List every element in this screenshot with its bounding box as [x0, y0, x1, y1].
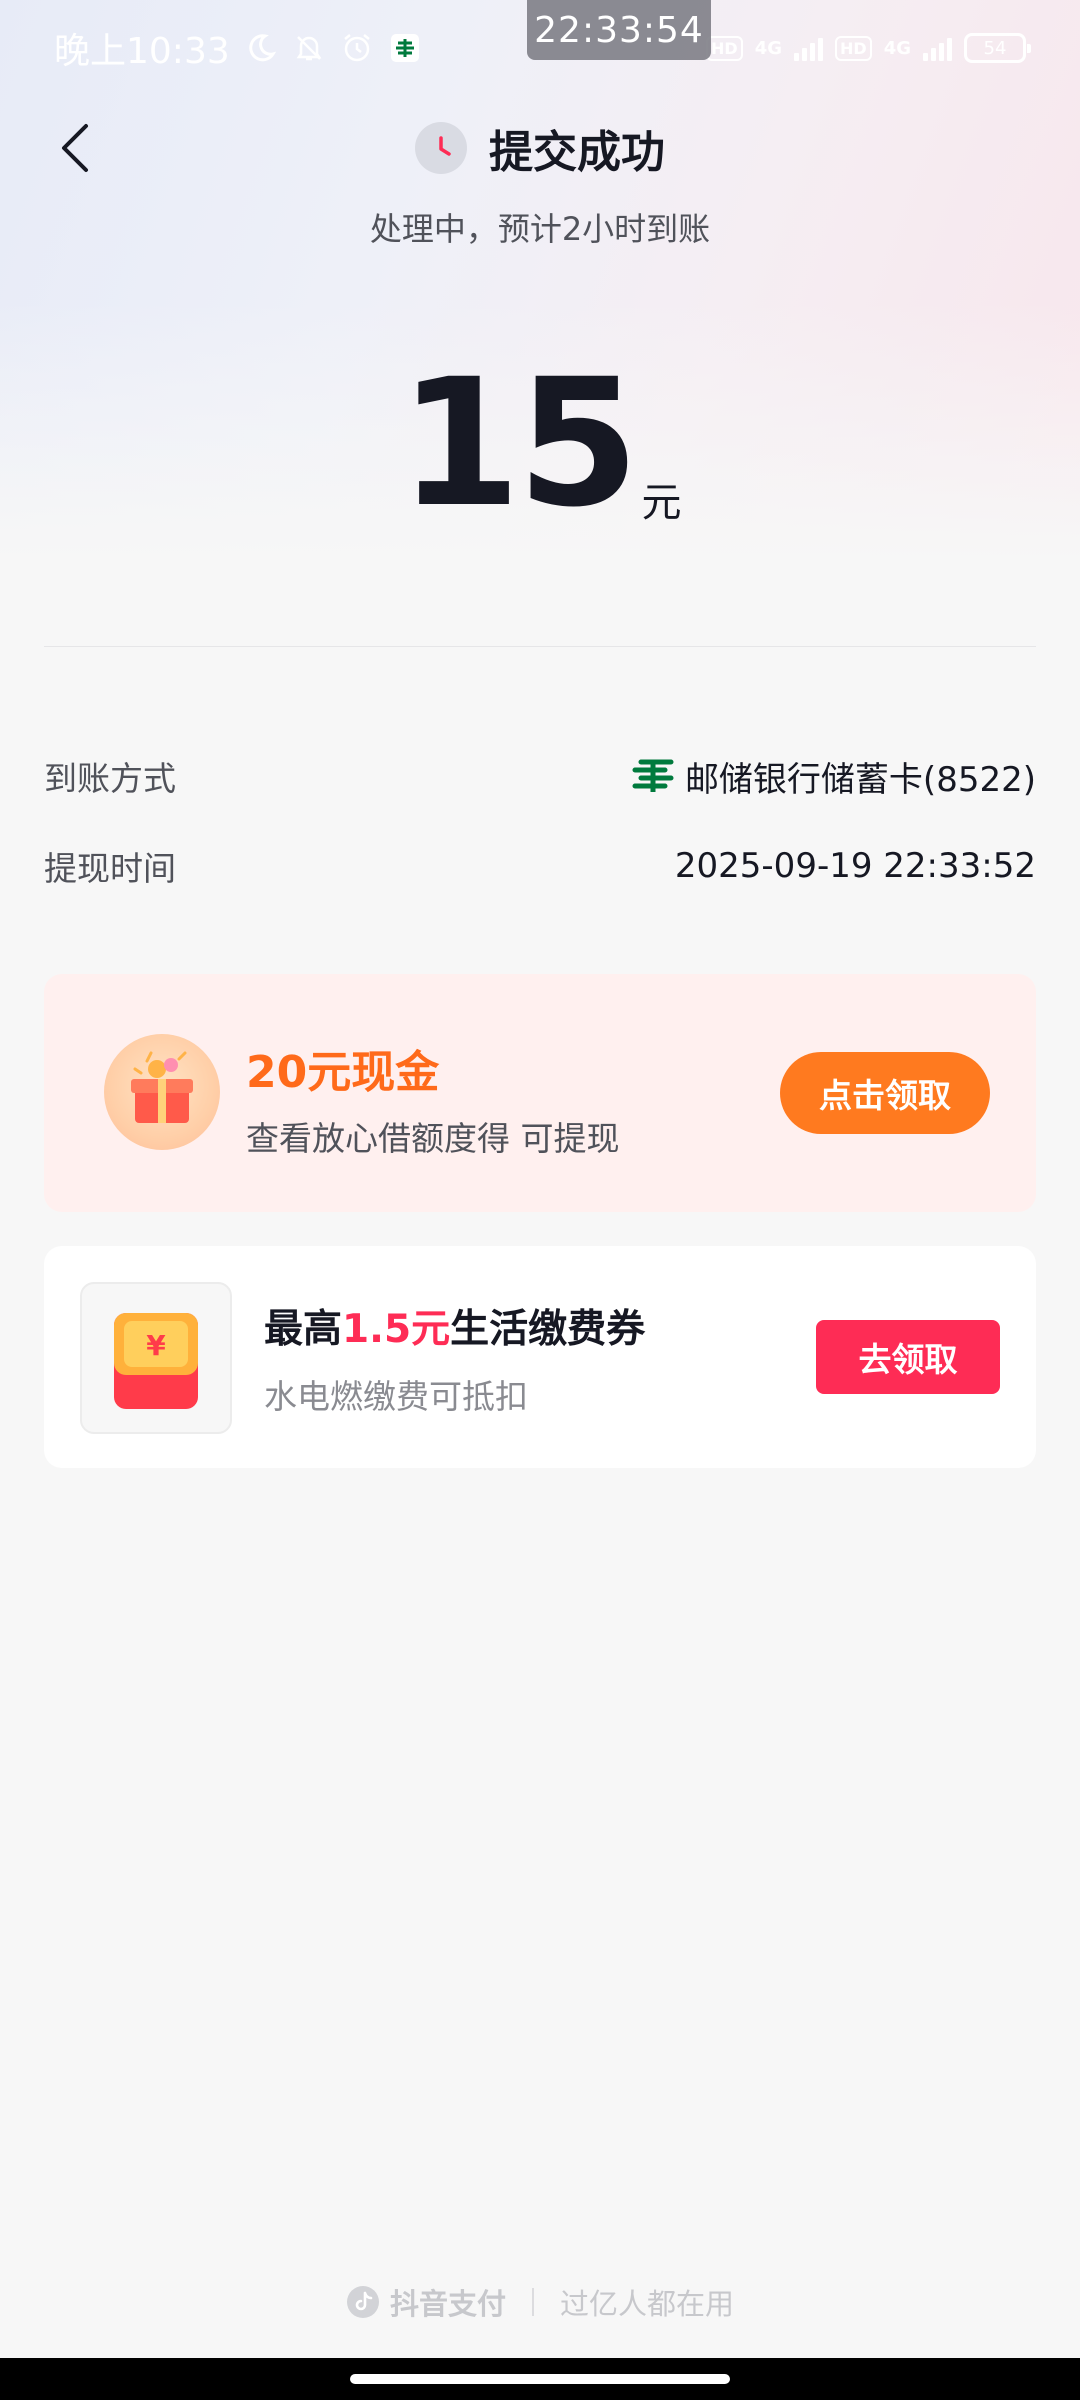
chevron-left-icon — [62, 124, 88, 172]
coupon-title-prefix: 最高 — [264, 1307, 343, 1352]
footer-slogan: 过亿人都在用 — [560, 2287, 735, 2321]
coupon-promo-subtitle: 水电燃缴费可抵扣 — [264, 1377, 528, 1416]
method-value-group: 邮储银行储蓄卡(8522) — [631, 752, 1036, 801]
hd-badge-1: HD — [706, 35, 743, 61]
detail-row-method: 到账方式 邮储银行储蓄卡(8522) — [44, 746, 1036, 806]
red-envelope-icon: ¥ — [80, 1282, 232, 1434]
amount-unit: 元 — [641, 480, 682, 526]
douyin-logo-icon — [346, 2286, 379, 2318]
page-title: 提交成功 — [489, 127, 665, 178]
detail-row-time: 提现时间 2025-09-19 22:33:52 — [44, 836, 1036, 896]
footer-separator — [532, 2288, 534, 2316]
coupon-title-suffix: 生活缴费券 — [450, 1307, 646, 1352]
status-time: 晚上10:33 — [54, 31, 230, 72]
network-4g-1: 4G — [754, 37, 783, 59]
footer: 抖音支付 过亿人都在用 — [0, 2280, 1080, 2324]
gift-box-icon — [104, 1034, 220, 1150]
network-4g-2: 4G — [883, 37, 911, 59]
system-navigation-bar — [0, 2358, 1080, 2400]
time-label: 提现时间 — [44, 849, 176, 888]
method-label: 到账方式 — [44, 759, 176, 798]
claim-coupon-button[interactable]: 去领取 — [816, 1320, 1000, 1394]
cash-promo-subtitle: 查看放心借额度得 可提现 — [246, 1119, 620, 1158]
bank-app-icon — [388, 31, 422, 65]
hd-badge-2: HD — [835, 35, 872, 61]
coupon-title-highlight: 1.5元 — [342, 1307, 451, 1352]
signal-icon-2 — [923, 35, 952, 61]
screen-record-time: 22:33:54 — [527, 0, 711, 60]
battery-icon: 54 — [964, 33, 1031, 63]
cash-promo-card[interactable]: 20元现金 查看放心借额度得 可提现 点击领取 — [44, 974, 1036, 1212]
footer-brand-group: 抖音支付 — [346, 2281, 506, 2323]
title-row: 提交成功 — [0, 112, 1080, 184]
status-right: HD 4G HD 4G 54 — [706, 33, 1031, 63]
signal-icon-1 — [794, 35, 824, 61]
cash-promo-title: 20元现金 — [246, 1047, 440, 1098]
footer-brand: 抖音支付 — [389, 2287, 506, 2321]
method-value: 邮储银行储蓄卡(8522) — [684, 759, 1036, 800]
moon-icon — [244, 31, 278, 65]
clock-icon — [415, 122, 467, 174]
amount: 15 元 — [0, 352, 1080, 532]
coupon-promo-card[interactable]: ¥ 最高1.5元生活缴费券 水电燃缴费可抵扣 去领取 — [44, 1246, 1036, 1468]
status-left: 晚上10:33 — [54, 22, 422, 74]
bell-off-icon — [292, 31, 326, 65]
back-button[interactable] — [44, 112, 108, 184]
divider — [44, 646, 1036, 647]
home-indicator[interactable] — [350, 2374, 730, 2384]
time-value: 2025-09-19 22:33:52 — [674, 846, 1036, 886]
coupon-symbol: ¥ — [146, 1329, 166, 1362]
status-subtitle: 处理中，预计2小时到账 — [369, 210, 711, 248]
coupon-promo-title: 最高1.5元生活缴费券 — [264, 1298, 645, 1354]
amount-value: 15 — [398, 341, 640, 546]
postal-bank-icon — [631, 756, 675, 796]
alarm-icon — [340, 31, 374, 65]
claim-cash-button[interactable]: 点击领取 — [780, 1052, 990, 1134]
